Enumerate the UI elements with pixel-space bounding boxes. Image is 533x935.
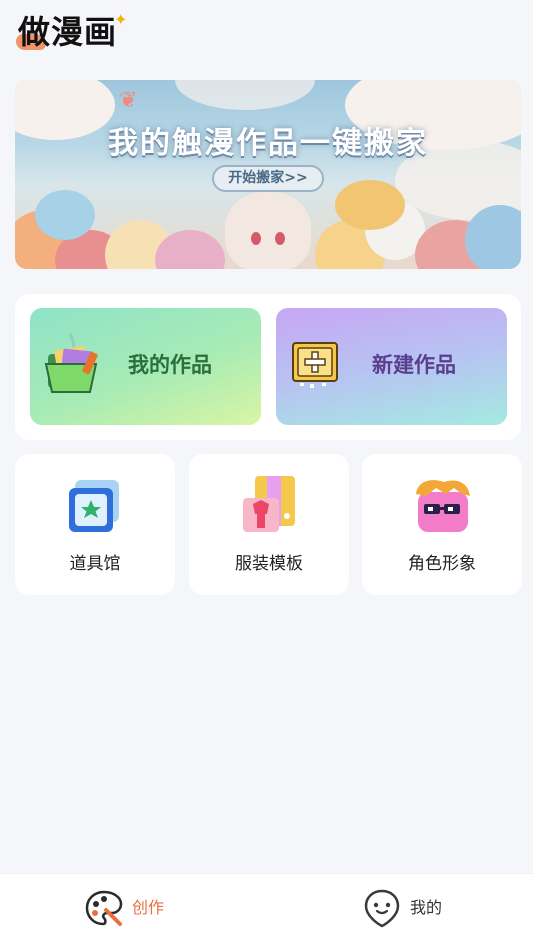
folder-icon	[44, 333, 98, 393]
app-title: 做漫画	[18, 13, 118, 51]
nav-mine-tab[interactable]: 我的	[362, 888, 462, 928]
nav-create-tab[interactable]: 创作	[84, 888, 194, 926]
props-hall-label: 道具馆	[69, 554, 121, 574]
costume-icon	[243, 476, 295, 532]
nav-create-label: 创作	[132, 898, 165, 917]
app-logo: 做漫画 ✦	[14, 10, 134, 54]
my-works-label: 我的作品	[128, 353, 212, 377]
nav-mine-label: 我的	[410, 898, 443, 917]
costume-template-label: 服装模板	[235, 554, 303, 574]
works-card: 我的作品 新建作品	[15, 294, 521, 440]
character-image-label: 角色形象	[408, 554, 476, 574]
butterfly-icon: ❦	[119, 88, 138, 113]
props-hall-button[interactable]: 道具馆	[15, 454, 175, 595]
palette-icon	[85, 890, 123, 926]
sparkle-icon: ✦	[114, 10, 128, 29]
banner-title: 我的触漫作品一键搬家	[108, 126, 428, 161]
face-pin-icon	[364, 889, 400, 928]
character-image-button[interactable]: 角色形象	[362, 454, 522, 595]
new-work-button[interactable]: 新建作品	[276, 308, 507, 425]
plus-icon	[292, 342, 338, 388]
star-frame-icon	[69, 480, 119, 532]
new-work-label: 新建作品	[372, 353, 456, 377]
start-move-button[interactable]: 开始搬家>>	[212, 165, 324, 192]
bottom-nav: 创作 我的	[0, 873, 533, 935]
character-icon	[416, 480, 470, 532]
my-works-button[interactable]: 我的作品	[30, 308, 261, 425]
banner-character	[225, 192, 311, 269]
costume-template-button[interactable]: 服装模板	[189, 454, 349, 595]
promo-banner[interactable]: ❦ 我的触漫作品一键搬家 开始搬家>>	[15, 80, 521, 269]
